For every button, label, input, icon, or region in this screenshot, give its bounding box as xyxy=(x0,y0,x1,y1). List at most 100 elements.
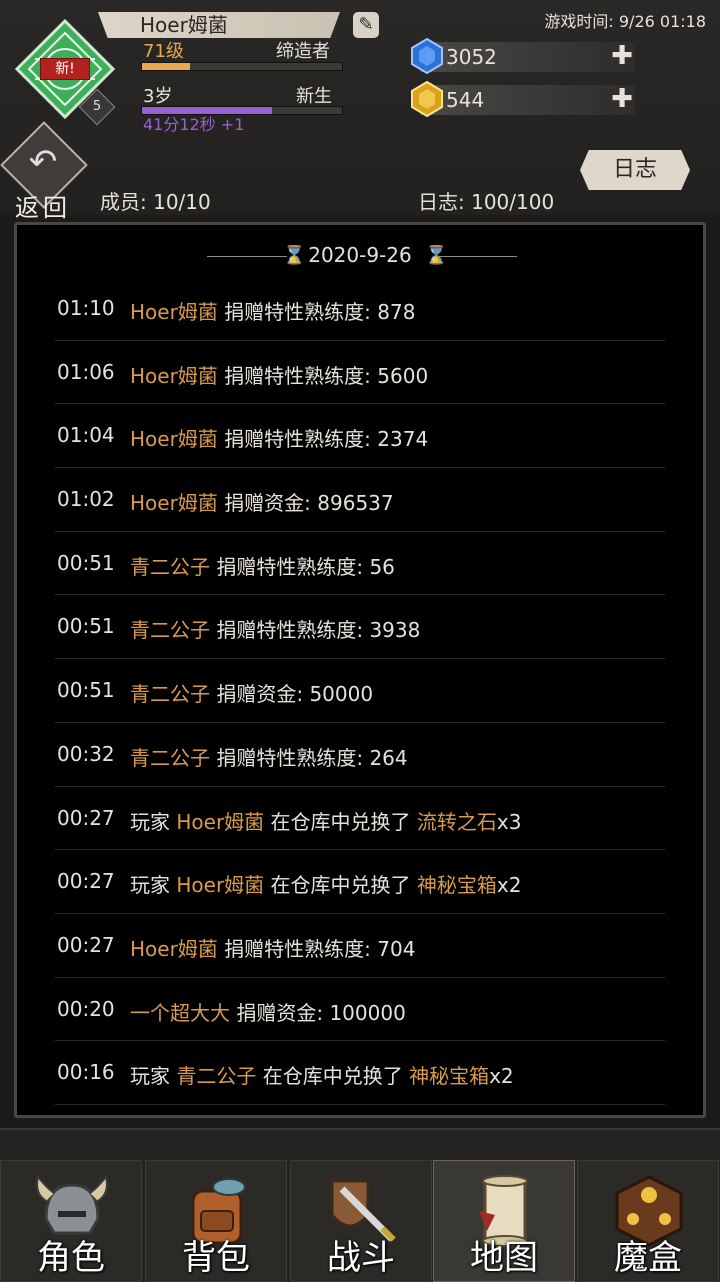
nav-label: 地图 xyxy=(470,1238,538,1278)
log-player-name[interactable]: 青二公子 xyxy=(130,555,210,579)
player-stage: 新生 xyxy=(296,86,332,107)
log-player-name[interactable]: 青二公子 xyxy=(130,618,210,642)
log-time: 00:32 xyxy=(57,741,115,766)
log-message: Hoer姆菌 捐赠特性熟练度: 878 xyxy=(130,296,415,325)
player-header: 新! 5 Hoer姆菌 ✎ 71级 缔造者 3岁 新生 41分12秒 +1 游戏… xyxy=(0,0,720,222)
log-item-qty: x2 xyxy=(496,873,522,898)
add-gold-gem-button[interactable]: ✚ xyxy=(609,85,635,115)
back-arrow-icon: ↶ xyxy=(28,142,58,182)
log-player-name[interactable]: 青二公子 xyxy=(130,682,210,706)
log-entry: 00:32 青二公子 捐赠特性熟练度: 264 xyxy=(55,723,665,787)
game-time: 游戏时间: 9/26 01:18 xyxy=(544,12,706,31)
log-player-name[interactable]: Hoer姆菌 xyxy=(130,491,218,515)
log-message: Hoer姆菌 捐赠特性熟练度: 5600 xyxy=(130,360,428,389)
log-player-name[interactable]: Hoer姆菌 xyxy=(130,364,218,388)
nav-item[interactable]: 角色 xyxy=(0,1160,142,1282)
member-count: 成员: 10/10 xyxy=(100,190,211,214)
edit-name-button[interactable]: ✎ xyxy=(353,12,379,38)
log-action: 捐赠特性熟练度: 264 xyxy=(210,745,408,770)
log-message: 玩家 Hoer姆菌 在仓库中兑换了 神秘宝箱x2 xyxy=(130,869,521,898)
log-time: 00:20 xyxy=(57,996,115,1021)
log-time: 01:04 xyxy=(57,423,115,448)
log-action: 捐赠特性熟练度: 56 xyxy=(210,554,395,579)
log-time: 00:27 xyxy=(57,869,115,894)
log-action: 捐赠特性熟练度: 3938 xyxy=(210,618,421,643)
log-list: 01:10 Hoer姆菌 捐赠特性熟练度: 878 01:06 Hoer姆菌 捐赠特性… xyxy=(55,277,665,1105)
bottom-nav: 角色 背包 战斗 地图 魔盒 xyxy=(0,1128,720,1282)
player-title: 缔造者 xyxy=(276,41,330,62)
nav-item[interactable]: 魔盒 xyxy=(577,1160,719,1282)
log-time: 00:27 xyxy=(57,932,115,957)
log-item-name: 流转之石 xyxy=(416,809,497,834)
age-timer: 41分12秒 +1 xyxy=(143,115,245,134)
log-time: 00:51 xyxy=(57,678,115,703)
log-action: 在仓库中兑换了 xyxy=(264,873,417,898)
add-blue-gem-button[interactable]: ✚ xyxy=(609,42,635,72)
log-time: 01:10 xyxy=(57,296,115,320)
log-count: 日志: 100/100 xyxy=(418,190,555,214)
blue-gem-resource: 3052 ✚ xyxy=(411,38,635,74)
log-player-name[interactable]: Hoer姆菌 xyxy=(130,300,218,324)
nav-label: 魔盒 xyxy=(614,1238,682,1278)
log-entry: 00:27 Hoer姆菌 捐赠特性熟练度: 704 xyxy=(55,914,665,978)
log-message: Hoer姆菌 捐赠特性熟练度: 704 xyxy=(130,933,415,962)
log-player-name[interactable]: Hoer姆菌 xyxy=(130,937,218,961)
nav-label: 背包 xyxy=(182,1238,250,1278)
player-age: 3岁 xyxy=(143,86,173,107)
log-message: 玩家 青二公子 在仓库中兑换了 神秘宝箱x2 xyxy=(130,1060,514,1089)
log-prefix: 玩家 xyxy=(130,873,177,898)
log-date: 2020-9-26 xyxy=(308,243,412,267)
log-action: 捐赠资金: 50000 xyxy=(210,682,374,707)
log-time: 00:16 xyxy=(57,1060,115,1085)
level-progress-bar xyxy=(141,62,343,71)
log-player-name[interactable]: 青二公子 xyxy=(130,746,210,770)
log-item-name: 神秘宝箱 xyxy=(416,873,497,898)
nav-item[interactable]: 地图 xyxy=(433,1160,575,1282)
back-button[interactable]: ↶ 返回 xyxy=(0,121,88,222)
log-action: 在仓库中兑换了 xyxy=(264,809,417,834)
log-entry: 00:27 玩家 Hoer姆菌 在仓库中兑换了 神秘宝箱x2 xyxy=(55,850,665,914)
log-player-name[interactable]: Hoer姆菌 xyxy=(176,810,264,834)
log-action: 捐赠特性熟练度: 5600 xyxy=(217,363,429,388)
log-prefix: 玩家 xyxy=(130,809,177,834)
back-label: 返回 xyxy=(15,194,71,222)
log-message: 一个超大大 捐赠资金: 100000 xyxy=(130,997,406,1026)
log-prefix: 玩家 xyxy=(130,1064,177,1089)
log-entry: 01:02 Hoer姆菌 捐赠资金: 896537 xyxy=(55,468,665,532)
log-message: 青二公子 捐赠特性熟练度: 264 xyxy=(130,742,408,771)
log-player-name[interactable]: 一个超大大 xyxy=(130,1001,230,1025)
nav-label: 战斗 xyxy=(327,1238,395,1278)
log-action: 捐赠资金: 896537 xyxy=(217,491,394,516)
gold-gem-icon xyxy=(411,81,443,117)
blue-gem-icon xyxy=(411,38,443,74)
nav-item[interactable]: 战斗 xyxy=(290,1160,432,1282)
player-name: Hoer姆菌 xyxy=(98,12,340,38)
log-panel[interactable]: ⌛ 2020-9-26 ⌛ 01:10 Hoer姆菌 捐赠特性熟练度: 878 01… xyxy=(14,222,706,1118)
log-player-name[interactable]: Hoer姆菌 xyxy=(176,873,264,897)
edit-icon: ✎ xyxy=(358,14,374,35)
log-player-name[interactable]: 青二公子 xyxy=(176,1064,256,1088)
log-time: 01:02 xyxy=(57,487,115,512)
log-entry: 00:51 青二公子 捐赠特性熟练度: 3938 xyxy=(55,595,665,660)
log-message: 青二公子 捐赠特性熟练度: 56 xyxy=(130,551,395,580)
log-entry: 00:16 玩家 青二公子 在仓库中兑换了 神秘宝箱x2 xyxy=(55,1041,665,1105)
rank-value: 5 xyxy=(92,99,102,114)
log-tab[interactable]: 日志 xyxy=(580,150,690,190)
blue-gem-count: 3052 xyxy=(446,45,497,69)
log-action: 在仓库中兑换了 xyxy=(256,1064,410,1089)
log-entry: 00:51 青二公子 捐赠特性熟练度: 56 xyxy=(55,532,665,596)
log-item-qty: x2 xyxy=(489,1064,514,1089)
log-message: Hoer姆菌 捐赠特性熟练度: 2374 xyxy=(130,423,428,452)
log-entry: 01:06 Hoer姆菌 捐赠特性熟练度: 5600 xyxy=(55,341,665,405)
gold-gem-resource: 544 ✚ xyxy=(411,81,635,117)
log-message: Hoer姆菌 捐赠资金: 896537 xyxy=(130,487,394,516)
gold-gem-count: 544 xyxy=(446,88,485,112)
log-time: 01:06 xyxy=(57,359,115,384)
nav-item[interactable]: 背包 xyxy=(145,1160,287,1282)
log-player-name[interactable]: Hoer姆菌 xyxy=(130,427,218,451)
log-entry: 01:04 Hoer姆菌 捐赠特性熟练度: 2374 xyxy=(55,404,665,469)
log-time: 00:51 xyxy=(57,550,115,575)
log-entry: 00:51 青二公子 捐赠资金: 50000 xyxy=(55,659,665,723)
log-action: 捐赠特性熟练度: 704 xyxy=(217,936,416,961)
log-entry: 01:10 Hoer姆菌 捐赠特性熟练度: 878 xyxy=(55,277,665,341)
